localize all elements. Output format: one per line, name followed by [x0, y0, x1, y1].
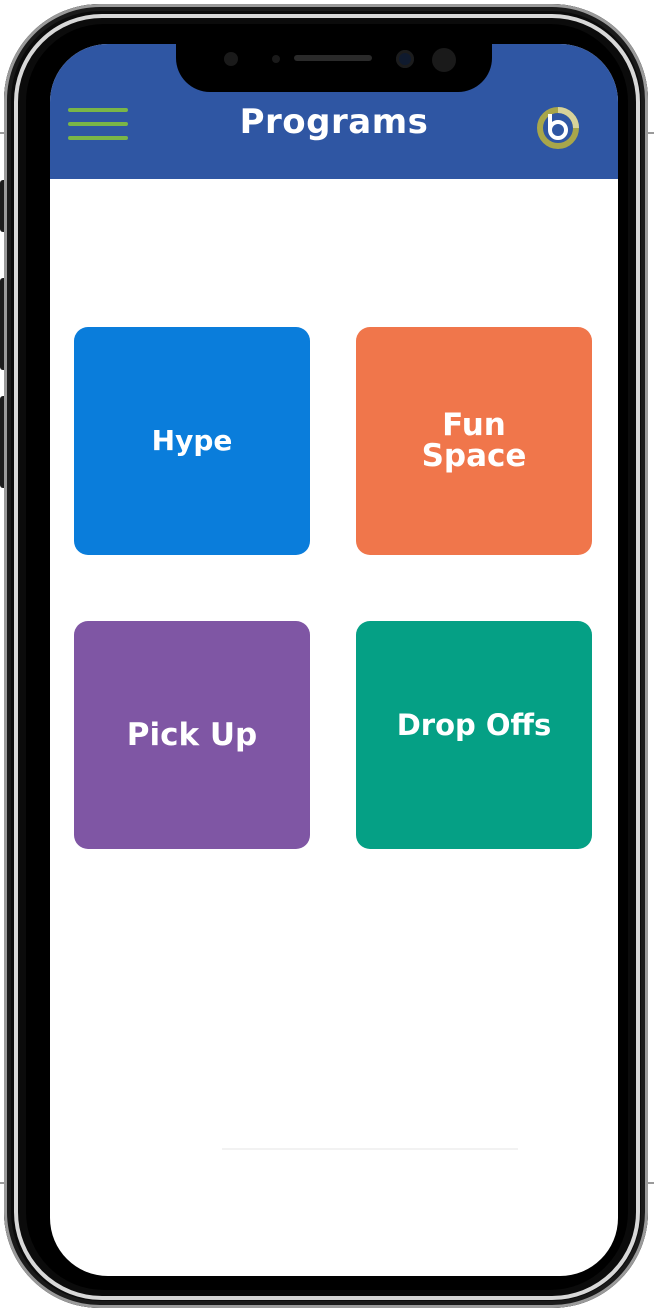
sensor-icon	[272, 55, 280, 63]
brand-logo-icon[interactable]	[534, 104, 582, 152]
tile-label: Pick Up	[126, 716, 258, 753]
tile-hype[interactable]: Hype	[74, 327, 310, 555]
app-screen: Programs Hype Fun Space Pick Up Drop Off…	[50, 44, 618, 1276]
tile-pick-up[interactable]: Pick Up	[74, 621, 310, 849]
antenna-line	[648, 1182, 654, 1184]
tile-drop-offs[interactable]: Drop Offs	[356, 621, 592, 849]
tile-label: Fun Space	[421, 407, 527, 474]
sensor-icon	[224, 52, 238, 66]
tile-label: Drop Offs	[396, 707, 552, 742]
front-camera-icon	[396, 50, 414, 68]
phone-mockup: Programs Hype Fun Space Pick Up Drop Off…	[0, 0, 654, 1314]
home-indicator	[222, 1148, 518, 1150]
antenna-line	[0, 1182, 6, 1184]
page-title: Programs	[239, 102, 429, 142]
tile-fun-space[interactable]: Fun Space	[356, 327, 592, 555]
phone-notch	[176, 44, 492, 92]
tile-label: Hype	[151, 424, 233, 457]
antenna-line	[648, 132, 654, 134]
sensor-icon	[432, 48, 456, 72]
earpiece-speaker	[294, 55, 372, 61]
antenna-line	[0, 132, 6, 134]
